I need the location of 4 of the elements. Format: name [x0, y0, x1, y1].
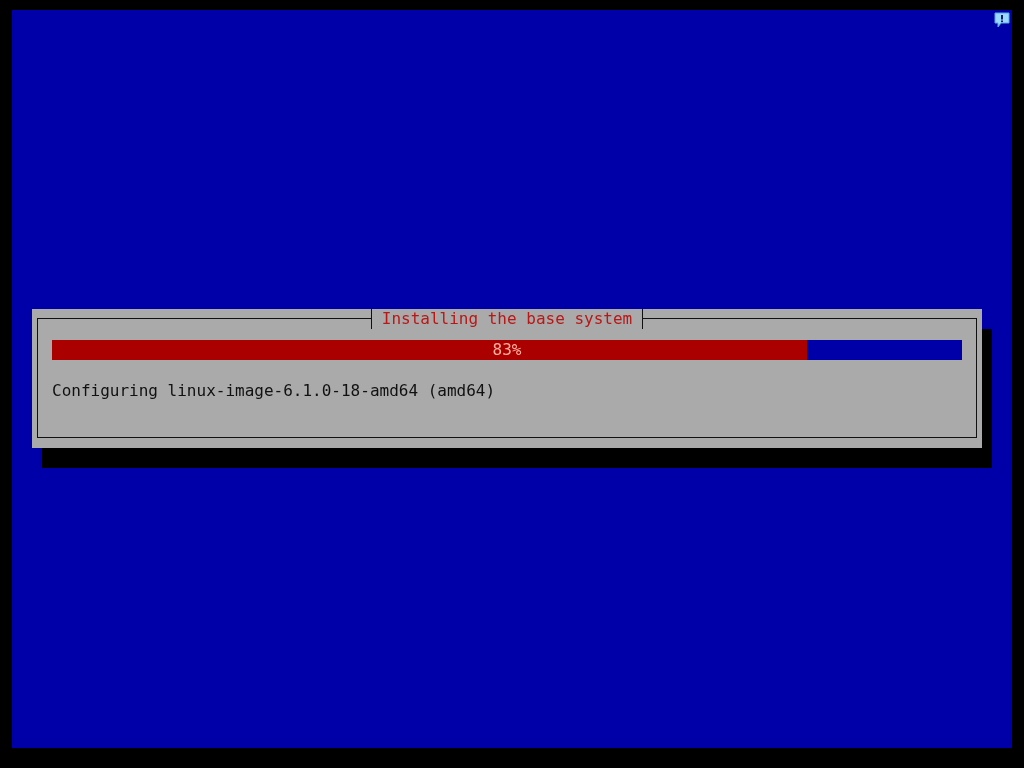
progress-label: 83%: [491, 340, 523, 360]
dialog-title: Installing the base system: [370, 309, 644, 329]
alert-icon[interactable]: [994, 12, 1010, 28]
status-message: Configuring linux-image-6.1.0-18-amd64 (amd64): [52, 380, 497, 402]
